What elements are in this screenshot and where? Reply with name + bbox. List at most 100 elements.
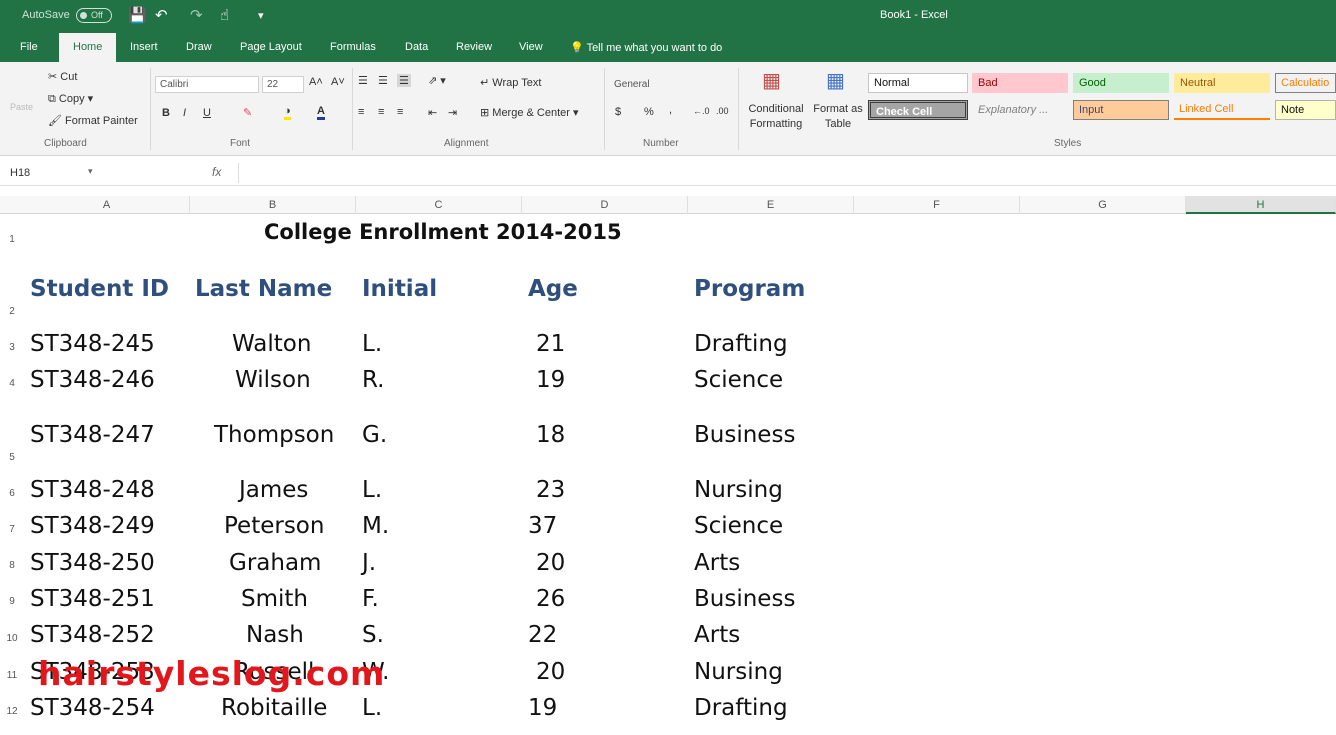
increase-font-icon[interactable]: A˄: [309, 76, 323, 88]
cell-initial[interactable]: L.: [362, 695, 382, 721]
header-cell-last-name[interactable]: Last Name: [195, 276, 332, 302]
orientation-icon[interactable]: ⇗ ▾: [428, 74, 446, 87]
cell-program[interactable]: Science: [694, 513, 783, 539]
cell-program[interactable]: Science: [694, 367, 783, 393]
column-header-e[interactable]: E: [688, 196, 854, 214]
cell-student-id[interactable]: ST348-252: [30, 622, 155, 648]
row-header[interactable]: 5: [0, 452, 24, 463]
cell-initial[interactable]: R.: [362, 367, 384, 393]
increase-indent-icon[interactable]: ⇥: [448, 106, 457, 119]
increase-decimal-icon[interactable]: ←.0: [693, 106, 710, 116]
tab-data[interactable]: Data: [405, 41, 428, 53]
cell-last-name[interactable]: Graham: [229, 550, 321, 576]
style-check-cell[interactable]: Check Cell: [868, 100, 968, 120]
row-header[interactable]: 6: [0, 488, 24, 499]
italic-button[interactable]: I: [183, 107, 186, 119]
cell-student-id[interactable]: ST348-254: [30, 695, 155, 721]
cell-program[interactable]: Drafting: [694, 695, 788, 721]
align-center-icon[interactable]: ≡: [378, 106, 384, 118]
border-icon[interactable]: ✎: [243, 106, 252, 119]
format-painter-button[interactable]: 🖌 Format Painter: [48, 114, 138, 127]
font-color-icon[interactable]: A: [317, 105, 325, 120]
insert-function-icon[interactable]: fx: [212, 165, 221, 179]
cell-age[interactable]: 20: [536, 659, 565, 685]
column-header-a[interactable]: A: [24, 196, 190, 214]
select-all-corner[interactable]: [0, 196, 24, 214]
formula-input[interactable]: [244, 166, 1324, 182]
tab-insert[interactable]: Insert: [130, 41, 158, 53]
style-calculation[interactable]: Calculatio: [1275, 73, 1336, 93]
cell-age[interactable]: 20: [536, 550, 565, 576]
column-header-h[interactable]: H: [1186, 196, 1336, 214]
header-cell-program[interactable]: Program: [694, 276, 805, 302]
number-format-dropdown[interactable]: General: [609, 76, 731, 93]
undo-icon[interactable]: ↶: [155, 6, 168, 24]
cell-student-id[interactable]: ST348-248: [30, 477, 155, 503]
tab-page-layout[interactable]: Page Layout: [240, 41, 302, 53]
cell-age[interactable]: 26: [536, 586, 565, 612]
cell-last-name[interactable]: Robitaille: [221, 695, 327, 721]
style-linked-cell[interactable]: Linked Cell: [1174, 100, 1270, 120]
tab-home[interactable]: Home: [59, 33, 117, 62]
row-header[interactable]: 2: [0, 306, 24, 317]
tab-file[interactable]: File: [20, 41, 38, 53]
style-good[interactable]: Good: [1073, 73, 1169, 93]
cell-age[interactable]: 19: [536, 367, 565, 393]
copy-button[interactable]: ⧉ Copy ▾: [48, 92, 93, 106]
align-right-icon[interactable]: ≡: [397, 106, 403, 118]
cell-student-id[interactable]: ST348-249: [30, 513, 155, 539]
row-header[interactable]: 3: [0, 342, 24, 353]
paste-button[interactable]: Paste: [10, 102, 33, 112]
sheet-title-cell[interactable]: College Enrollment 2014-2015: [264, 220, 622, 244]
font-name-dropdown[interactable]: Calibri: [155, 76, 259, 93]
cell-initial[interactable]: S.: [362, 622, 384, 648]
tab-draw[interactable]: Draw: [186, 41, 212, 53]
tell-me-search[interactable]: 💡 Tell me what you want to do: [570, 41, 722, 54]
cell-student-id[interactable]: ST348-245: [30, 331, 155, 357]
redo-icon[interactable]: ↷: [190, 6, 203, 24]
cell-last-name[interactable]: Smith: [241, 586, 308, 612]
cell-age[interactable]: 18: [536, 422, 565, 448]
cell-initial[interactable]: L.: [362, 477, 382, 503]
comma-button[interactable]: ,: [669, 104, 672, 116]
cell-initial[interactable]: M.: [362, 513, 389, 539]
row-header[interactable]: 8: [0, 560, 24, 571]
style-note[interactable]: Note: [1275, 100, 1336, 120]
cell-student-id[interactable]: ST348-251: [30, 586, 155, 612]
percent-button[interactable]: %: [644, 106, 654, 118]
align-left-icon[interactable]: ≡: [358, 106, 364, 118]
chevron-down-icon[interactable]: ▾: [88, 166, 93, 177]
cell-program[interactable]: Business: [694, 422, 795, 448]
tab-formulas[interactable]: Formulas: [330, 41, 376, 53]
cell-program[interactable]: Nursing: [694, 659, 783, 685]
merge-center-button[interactable]: ⊞ Merge & Center ▾: [480, 106, 579, 119]
cut-button[interactable]: ✂ Cut: [48, 70, 77, 83]
cell-initial[interactable]: F.: [362, 586, 379, 612]
row-header[interactable]: 7: [0, 524, 24, 535]
decrease-font-icon[interactable]: A˅: [331, 76, 345, 88]
currency-button[interactable]: $: [615, 106, 621, 118]
row-header[interactable]: 10: [0, 633, 24, 644]
name-box[interactable]: H18: [4, 164, 98, 182]
align-top-icon[interactable]: ☰: [358, 74, 368, 87]
row-header[interactable]: 1: [0, 234, 24, 245]
cell-last-name[interactable]: Peterson: [224, 513, 324, 539]
style-explanatory[interactable]: Explanatory ...: [972, 100, 1068, 120]
cell-program[interactable]: Business: [694, 586, 795, 612]
style-neutral[interactable]: Neutral: [1174, 73, 1270, 93]
cell-program[interactable]: Drafting: [694, 331, 788, 357]
worksheet-grid[interactable]: A B C D E F G H 1 2 3 4 5 6 7 8 9 10 11 …: [0, 196, 1336, 735]
row-header[interactable]: 11: [0, 670, 24, 681]
cell-student-id[interactable]: ST348-250: [30, 550, 155, 576]
touch-mode-icon[interactable]: ☝: [220, 6, 229, 24]
header-cell-initial[interactable]: Initial: [362, 276, 437, 302]
header-cell-age[interactable]: Age: [528, 276, 578, 302]
cell-last-name[interactable]: Walton: [232, 331, 311, 357]
cell-program[interactable]: Arts: [694, 622, 740, 648]
row-header[interactable]: 9: [0, 596, 24, 607]
column-header-c[interactable]: C: [356, 196, 522, 214]
font-size-dropdown[interactable]: 22: [262, 76, 304, 93]
column-header-b[interactable]: B: [190, 196, 356, 214]
autosave-toggle[interactable]: Off: [76, 8, 112, 23]
tab-review[interactable]: Review: [456, 41, 492, 53]
